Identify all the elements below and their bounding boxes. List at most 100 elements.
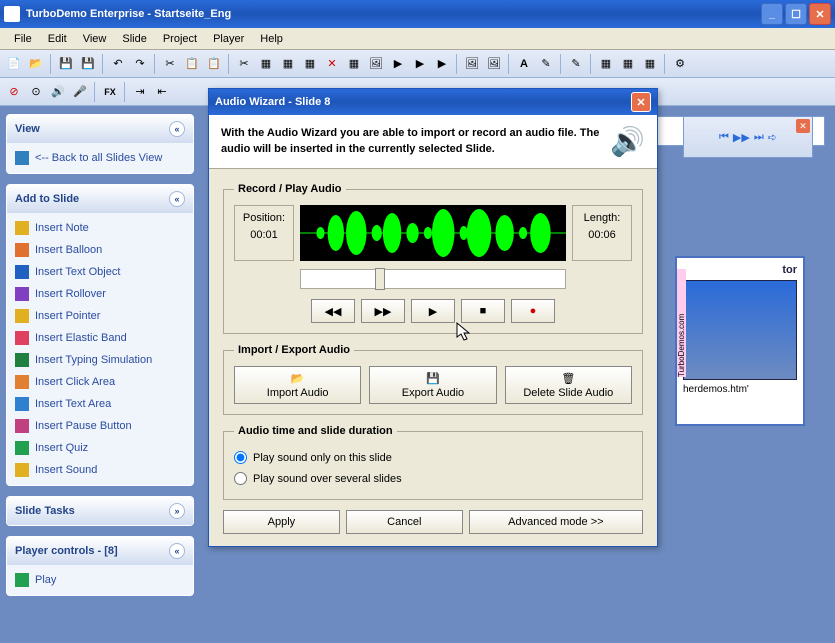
- skip-end-icon[interactable]: ⏭: [754, 131, 764, 144]
- sidebar-item-label: Insert Sound: [35, 464, 97, 476]
- sidebar-item-play[interactable]: Play: [13, 569, 187, 591]
- speaker-icon[interactable]: 🔊: [48, 82, 68, 102]
- collapse-icon[interactable]: «: [169, 121, 185, 137]
- toolbar-button[interactable]: ▦: [618, 54, 638, 74]
- menu-help[interactable]: Help: [252, 31, 291, 47]
- close-icon[interactable]: ✕: [796, 119, 810, 133]
- toolbar-button[interactable]: ▦: [300, 54, 320, 74]
- toolbar-button[interactable]: ✂: [234, 54, 254, 74]
- panel-view-header[interactable]: View «: [7, 115, 193, 143]
- redo-icon[interactable]: ↷: [130, 54, 150, 74]
- delete-audio-button[interactable]: 🗑 Delete Slide Audio: [505, 366, 632, 404]
- thumb-title: tor: [683, 264, 797, 276]
- scrub-slider[interactable]: [300, 269, 566, 289]
- collapse-icon[interactable]: «: [169, 543, 185, 559]
- sidebar-item[interactable]: Insert Balloon: [13, 239, 187, 261]
- menu-view[interactable]: View: [75, 31, 115, 47]
- play-icon[interactable]: ▶▶: [733, 131, 750, 144]
- sidebar-item[interactable]: Insert Sound: [13, 459, 187, 481]
- copy-icon[interactable]: 📋: [182, 54, 202, 74]
- sidebar-item[interactable]: Insert Rollover: [13, 283, 187, 305]
- toolbar-button[interactable]: ▶: [388, 54, 408, 74]
- panel-add-header[interactable]: Add to Slide «: [7, 185, 193, 213]
- audio-wizard-dialog: Audio Wizard - Slide 8 ✕ With the Audio …: [208, 88, 658, 547]
- toolbar-button[interactable]: ▦: [596, 54, 616, 74]
- new-icon[interactable]: 📄: [4, 54, 24, 74]
- expand-icon[interactable]: »: [169, 503, 185, 519]
- sidebar-item[interactable]: Insert Note: [13, 217, 187, 239]
- toolbar-button[interactable]: ⚙: [670, 54, 690, 74]
- sidebar-item[interactable]: Insert Quiz: [13, 437, 187, 459]
- open-icon[interactable]: 📂: [26, 54, 46, 74]
- scrub-handle[interactable]: [375, 268, 385, 290]
- toolbar-button[interactable]: ▦: [344, 54, 364, 74]
- toolbar-button[interactable]: ▶: [410, 54, 430, 74]
- sidebar-item-label: Insert Rollover: [35, 288, 106, 300]
- menu-slide[interactable]: Slide: [114, 31, 154, 47]
- play-this-slide-option[interactable]: Play sound only on this slide: [234, 447, 632, 468]
- fx-button[interactable]: FX: [100, 82, 120, 102]
- panel-player-header[interactable]: Player controls - [8] «: [7, 537, 193, 565]
- minimize-button[interactable]: _: [761, 3, 783, 25]
- skip-start-icon[interactable]: ⏮: [719, 131, 729, 144]
- apply-button[interactable]: Apply: [223, 510, 340, 534]
- sidebar-item-label: Insert Text Area: [35, 398, 111, 410]
- radio-input[interactable]: [234, 472, 247, 485]
- toolbar-button[interactable]: 🖼: [462, 54, 482, 74]
- dialog-close-button[interactable]: ✕: [631, 92, 651, 112]
- toolbar-button[interactable]: ✎: [566, 54, 586, 74]
- sidebar-item[interactable]: Insert Typing Simulation: [13, 349, 187, 371]
- sidebar-item[interactable]: Insert Click Area: [13, 371, 187, 393]
- button-label: Apply: [268, 516, 296, 528]
- position-value: 00:01: [239, 227, 289, 244]
- advanced-mode-button[interactable]: Advanced mode >>: [469, 510, 643, 534]
- menu-edit[interactable]: Edit: [40, 31, 75, 47]
- cancel-button[interactable]: Cancel: [346, 510, 463, 534]
- arrow-icon[interactable]: ➪: [768, 131, 777, 144]
- toolbar-button[interactable]: ▶: [432, 54, 452, 74]
- record-icon[interactable]: ⊘: [4, 82, 24, 102]
- save-icon[interactable]: 💾: [56, 54, 76, 74]
- sidebar-item[interactable]: Insert Text Object: [13, 261, 187, 283]
- toolbar-button[interactable]: ▦: [640, 54, 660, 74]
- export-audio-button[interactable]: 💾 Export Audio: [369, 366, 496, 404]
- maximize-button[interactable]: ☐: [785, 3, 807, 25]
- panel-tasks-header[interactable]: Slide Tasks »: [7, 497, 193, 525]
- item-icon: [15, 397, 29, 411]
- back-to-slides-view[interactable]: <-- Back to all Slides View: [13, 147, 187, 169]
- sidebar-item[interactable]: Insert Elastic Band: [13, 327, 187, 349]
- toolbar-button[interactable]: 🖼: [484, 54, 504, 74]
- toolbar-button[interactable]: ⇤: [152, 82, 172, 102]
- mic-icon[interactable]: 🎤: [70, 82, 90, 102]
- toolbar-button[interactable]: 🖼: [366, 54, 386, 74]
- forward-button[interactable]: ▶▶: [361, 299, 405, 323]
- close-button[interactable]: ✕: [809, 3, 831, 25]
- sidebar-item[interactable]: Insert Text Area: [13, 393, 187, 415]
- play-several-slides-option[interactable]: Play sound over several slides: [234, 468, 632, 489]
- paste-icon[interactable]: 📋: [204, 54, 224, 74]
- import-audio-button[interactable]: 📂 Import Audio: [234, 366, 361, 404]
- save-all-icon[interactable]: 💾: [78, 54, 98, 74]
- toolbar-button[interactable]: ▦: [256, 54, 276, 74]
- panel-title: Slide Tasks: [15, 505, 75, 517]
- toolbar-button[interactable]: ✎: [536, 54, 556, 74]
- sidebar-item[interactable]: Insert Pointer: [13, 305, 187, 327]
- radio-input[interactable]: [234, 451, 247, 464]
- toolbar-button[interactable]: ⊙: [26, 82, 46, 102]
- record-button[interactable]: ●: [511, 299, 555, 323]
- rewind-button[interactable]: ◀◀: [311, 299, 355, 323]
- stop-button[interactable]: ■: [461, 299, 505, 323]
- slide-thumbnail[interactable]: tor TurboDemos.com herdemos.htm': [675, 256, 805, 426]
- sidebar-item[interactable]: Insert Pause Button: [13, 415, 187, 437]
- play-button[interactable]: ▶: [411, 299, 455, 323]
- menu-project[interactable]: Project: [155, 31, 205, 47]
- toolbar-button[interactable]: ▦: [278, 54, 298, 74]
- collapse-icon[interactable]: «: [169, 191, 185, 207]
- toolbar-button[interactable]: ⇥: [130, 82, 150, 102]
- text-icon[interactable]: A: [514, 54, 534, 74]
- cut-icon[interactable]: ✂: [160, 54, 180, 74]
- undo-icon[interactable]: ↶: [108, 54, 128, 74]
- toolbar-button[interactable]: ✕: [322, 54, 342, 74]
- menu-file[interactable]: File: [6, 31, 40, 47]
- menu-player[interactable]: Player: [205, 31, 252, 47]
